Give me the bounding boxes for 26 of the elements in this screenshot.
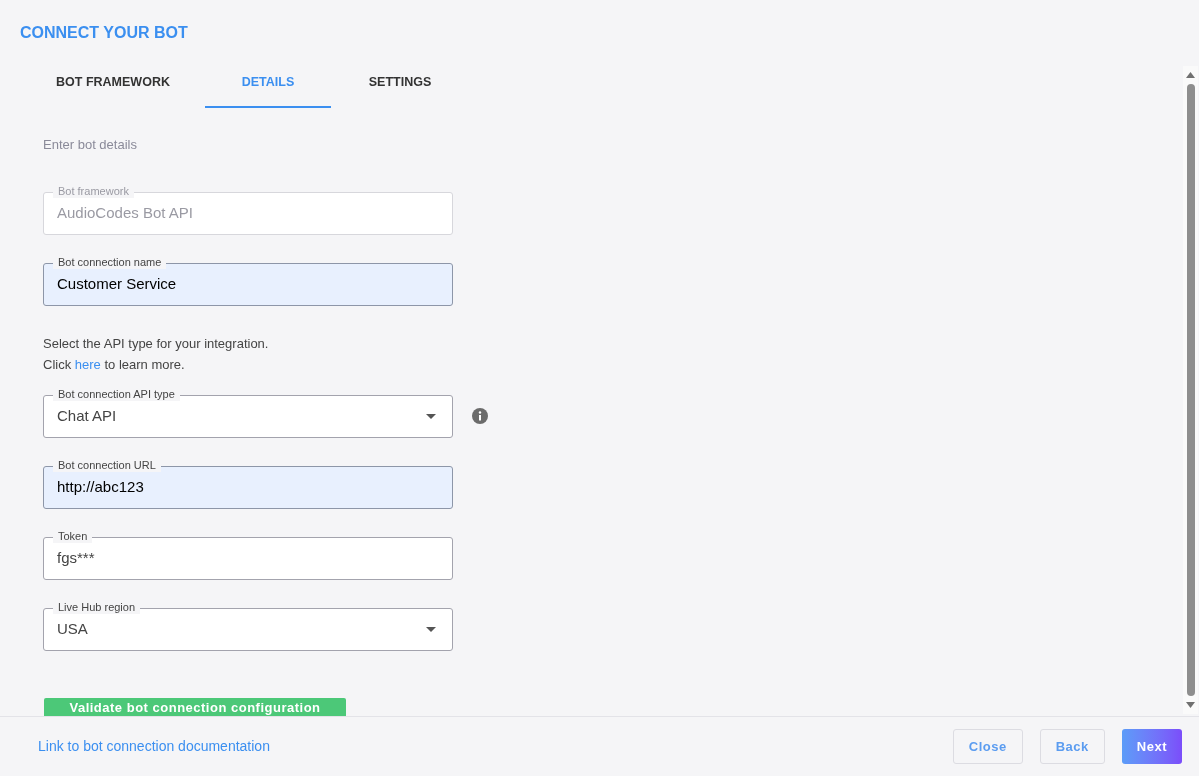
dropdown-caret-icon[interactable]	[426, 626, 436, 632]
validate-button[interactable]: Validate bot connection configuration	[44, 697, 346, 716]
info-icon[interactable]	[472, 408, 488, 424]
next-button[interactable]: Next	[1121, 729, 1182, 764]
documentation-link[interactable]: Link to bot connection documentation	[38, 736, 270, 757]
tab[interactable]: BOT FRAMEWORK	[50, 70, 176, 108]
scrollbar[interactable]	[1183, 66, 1198, 714]
close-button[interactable]: Close	[952, 729, 1023, 764]
field-label: Bot connection URL	[53, 458, 161, 472]
dropdown-caret-icon[interactable]	[426, 413, 436, 419]
tab[interactable]: SETTINGS	[331, 70, 469, 108]
section-subtitle: Enter bot details	[43, 136, 137, 154]
field-label: Bot framework	[53, 184, 134, 198]
dialog-title: CONNECT YOUR BOT	[20, 24, 188, 42]
field-label: Token	[53, 529, 93, 543]
field-label: Bot connection API type	[53, 387, 180, 401]
learn-more-link[interactable]: here	[74, 356, 101, 372]
field-label: Live Hub region	[53, 600, 141, 614]
scrollbar-thumb[interactable]	[1186, 84, 1195, 696]
field-label: Bot connection name	[53, 255, 167, 269]
back-button[interactable]: Back	[1039, 729, 1105, 764]
hint-text: Select the API type for your integration.	[43, 334, 269, 353]
scroll-down-icon[interactable]	[1186, 702, 1195, 708]
hint-text: Click here to learn more.	[43, 355, 185, 374]
tab[interactable]: DETAILS	[205, 70, 331, 108]
scroll-up-icon[interactable]	[1186, 72, 1195, 78]
